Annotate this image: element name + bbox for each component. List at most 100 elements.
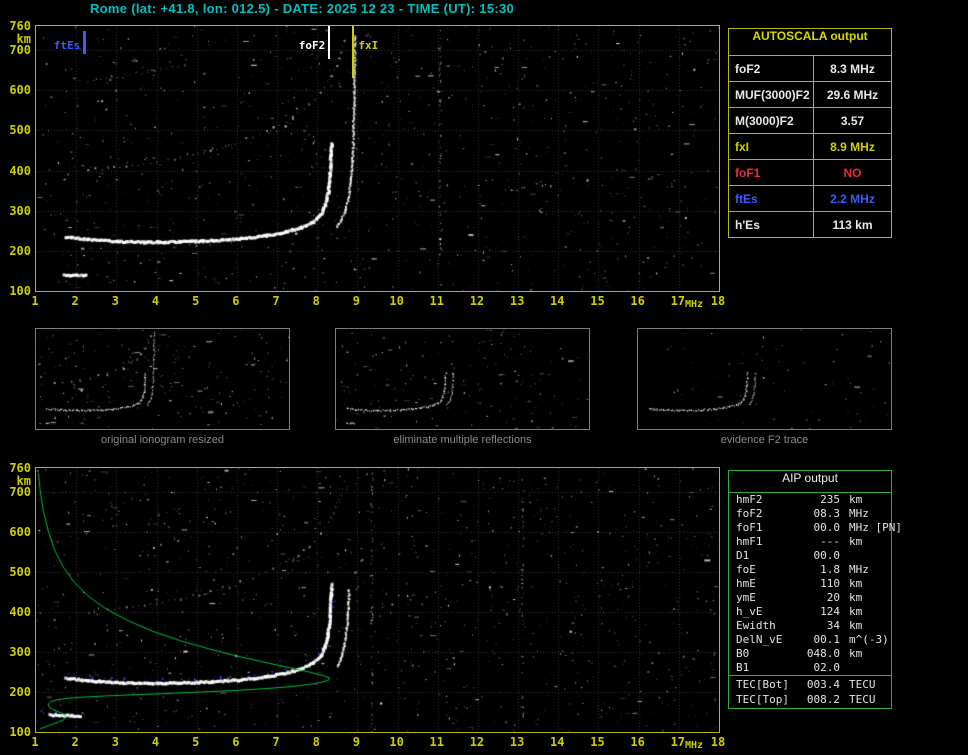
aip-row-label: D1: [736, 549, 750, 562]
fxI-marker-label: fxI: [358, 39, 379, 52]
aip-row: D1 00.0: [729, 549, 891, 563]
aip-row: hmF1 --- km: [729, 535, 891, 549]
aip-row-unit: km: [849, 591, 863, 604]
aip-row-value: 00.1: [813, 633, 841, 646]
x-axis-unit: MHz: [685, 740, 704, 751]
aip-row-label: foE: [736, 563, 756, 576]
aip-row-value: 124: [820, 605, 840, 618]
x-tick-label: 18: [710, 294, 726, 308]
x-tick-label: 2: [71, 735, 79, 749]
autoscala-row-label: foF2: [735, 61, 761, 76]
aip-row-label: foF2: [736, 507, 763, 520]
thumbnail-caption-f2-trace: evidence F2 trace: [720, 434, 809, 446]
aip-row: hmE 110 km: [729, 577, 891, 591]
x-tick-label: 3: [111, 735, 119, 749]
y-axis-unit: km: [16, 474, 31, 488]
restored-ionogram-plot: [35, 467, 720, 733]
aip-row: hmF2 235 km: [729, 493, 891, 507]
y-tick-label: 400: [9, 605, 31, 619]
x-tick-label: 16: [630, 294, 645, 308]
aip-row: B0 048.0 km: [729, 647, 891, 661]
aip-row-unit: km: [849, 605, 863, 618]
x-tick-label: 13: [509, 294, 525, 308]
aip-table-rows: hmF2 235 km foF2 08.3 MHz foF1 00.0 MHz [PN] hmF1…: [729, 493, 902, 675]
y-tick-label: 760: [9, 19, 31, 33]
y-tick-label: 600: [9, 83, 31, 98]
aip-row-unit: km: [849, 647, 863, 660]
aip-row-value: 048.0: [806, 647, 840, 660]
aip-row-label: TEC[Top]: [736, 693, 789, 706]
aip-row-label: hmF1: [736, 535, 763, 548]
aip-row: ymE 20 km: [729, 591, 891, 605]
aip-row-unit: km: [849, 493, 863, 506]
aip-row-label: h_vE: [736, 605, 763, 618]
x-tick-label: 15: [590, 294, 605, 308]
x-tick-label: 14: [550, 735, 565, 749]
x-tick-label: 11: [429, 294, 444, 308]
aip-row-value: 34: [826, 619, 840, 632]
y-tick-label: 200: [9, 685, 31, 699]
scaled-ionogram-canvas: [36, 26, 719, 291]
foF2-marker-line: [328, 26, 331, 59]
autoscala-row-value: 2.2 MHz: [813, 186, 891, 211]
autoscala-row-value: 8.3 MHz: [813, 56, 891, 81]
aip-output-table: AIP output hmF2 235 km foF2 08.3 MHz foF1 00.0 M…: [728, 470, 902, 709]
autoscala-row: MUF(3000)F2 29.6 MHz: [729, 81, 891, 107]
x-tick-label: 1: [31, 294, 39, 308]
aip-row: DelN_vE 00.1 m^(-3): [729, 633, 891, 647]
aip-row-label: TEC[Bot]: [736, 678, 789, 691]
aip-row-label: B0: [736, 647, 750, 660]
autoscala-row-label: M(3000)F2: [735, 113, 794, 128]
x-tick-label: 10: [389, 735, 404, 749]
x-tick-label: 1: [31, 735, 39, 749]
thumbnail-caption-no-multiples: eliminate multiple reflections: [393, 434, 532, 446]
autoscala-row: h'Es 113 km: [729, 211, 891, 237]
aip-row-label: foF1: [736, 521, 763, 534]
aip-row: Ewidth 34 km: [729, 619, 891, 633]
aip-tec-rows: TEC[Bot] 003.4 TECU TEC[Top] 008.2 TECU: [729, 675, 891, 708]
thumbnail-f2-trace-canvas: [638, 329, 891, 429]
aip-row-value: 110: [820, 577, 840, 590]
autoscala-row: foF2 8.3 MHz: [729, 55, 891, 81]
x-tick-label: 4: [151, 294, 160, 308]
x-tick-label: 7: [272, 735, 280, 749]
y-tick-label: 300: [9, 645, 31, 659]
aip-row: h_vE 124 km: [729, 605, 891, 619]
autoscala-row: fxI 8.9 MHz: [729, 133, 891, 159]
thumbnail-f2-trace: [637, 328, 892, 430]
autoscala-table-rows: foF2 8.3 MHz MUF(3000)F2 29.6 MHz M(3000)F2 3…: [729, 55, 891, 237]
aip-row-value: 00.0: [813, 521, 841, 534]
y-axis-unit: km: [16, 32, 31, 46]
x-tick-label: 8: [312, 735, 320, 749]
x-tick-label: 6: [232, 294, 240, 308]
x-axis-unit: MHz: [685, 299, 704, 310]
x-tick-label: 18: [710, 735, 726, 749]
aip-row-label: hmE: [736, 577, 756, 590]
x-tick-label: 2: [71, 294, 79, 308]
autoscala-row-value: 29.6 MHz: [813, 82, 891, 107]
y-tick-label: 760: [9, 461, 31, 475]
y-tick-label: 400: [9, 163, 31, 178]
restored-ionogram-canvas: [36, 468, 719, 732]
scaled-ionogram-plot: ftEs foF2 fxI: [35, 25, 720, 292]
y-tick-label: 500: [9, 565, 31, 579]
aip-row-unit: [840, 661, 891, 675]
x-tick-label: 12: [469, 735, 485, 749]
aip-row-unit: TECU: [849, 693, 876, 706]
aip-row-value: 1.8: [820, 563, 840, 576]
thumbnail-caption-original: original ionogram resized: [101, 434, 224, 446]
aip-row-unit: km: [849, 535, 863, 548]
autoscala-row-label: ftEs: [735, 191, 758, 206]
aip-row: foE 1.8 MHz: [729, 563, 891, 577]
aip-row: B1 02.0: [729, 661, 891, 675]
aip-row-unit: m^(-3): [849, 633, 889, 646]
aip-row: foF2 08.3 MHz: [729, 507, 891, 521]
autoscala-row-value: 113 km: [813, 212, 891, 237]
x-tick-label: 13: [509, 735, 525, 749]
aip-row-value: 235: [820, 493, 840, 506]
thumbnail-no-multiples: [335, 328, 590, 430]
y-tick-label: 600: [9, 525, 31, 539]
autoscala-row-value: NO: [813, 160, 891, 185]
autoscala-row-value: 3.57: [813, 108, 891, 133]
x-tick-label: 7: [272, 294, 280, 308]
